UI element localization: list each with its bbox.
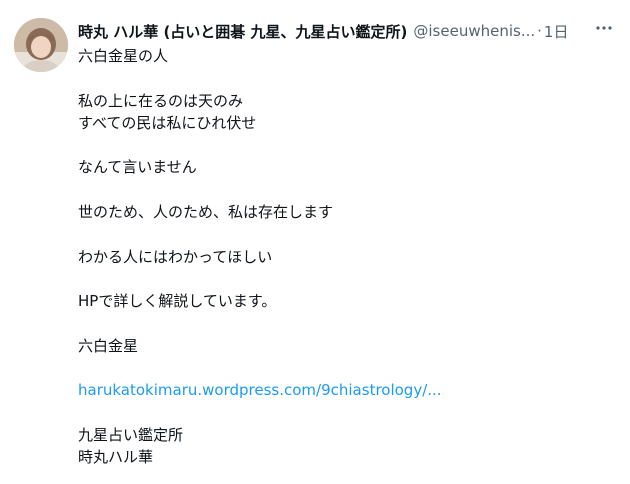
user-avatar-photo-icon bbox=[14, 18, 68, 72]
tweet-line: 世のため、人のため、私は存在します bbox=[78, 203, 334, 222]
tweet: 時丸 ハル華 (占いと囲碁 九星、九星占い鑑定所) @iseeuwhenis..… bbox=[0, 0, 630, 484]
user-handle[interactable]: @iseeuwhenis... bbox=[413, 22, 535, 40]
tweet-header: 時丸 ハル華 (占いと囲碁 九星、九星占い鑑定所) @iseeuwhenis..… bbox=[78, 19, 618, 43]
tweet-line: 私の上に在るのは天のみ bbox=[78, 91, 244, 110]
tweet-line: なんて言いません bbox=[78, 158, 197, 177]
more-button[interactable] bbox=[592, 16, 616, 40]
tweet-line: 六白金星の人 bbox=[78, 47, 169, 65]
timestamp[interactable]: 1日 bbox=[544, 21, 569, 42]
separator-dot: · bbox=[537, 22, 542, 40]
more-horizontal-icon bbox=[596, 26, 612, 30]
tweet-text: 六白金星の人 私の上に在るのは天のみ すべての民は私にひれ伏せ なんて言いません… bbox=[78, 45, 618, 469]
tweet-line: HPで詳しく解説しています。 bbox=[78, 292, 277, 311]
tweet-link[interactable]: harukatokimaru.wordpress.com/9chiastrolo… bbox=[78, 379, 618, 401]
tweet-line: わかる人にはわかってほしい bbox=[78, 247, 273, 266]
tweet-line: すべての民は私にひれ伏せ bbox=[78, 113, 257, 132]
tweet-line: 六白金星 bbox=[78, 336, 139, 355]
tweet-line: 九星占い鑑定所 bbox=[78, 426, 184, 445]
avatar[interactable] bbox=[14, 18, 68, 72]
display-name[interactable]: 時丸 ハル華 (占いと囲碁 九星、九星占い鑑定所) bbox=[78, 21, 407, 42]
tweet-line: 時丸ハル華 bbox=[78, 448, 154, 467]
